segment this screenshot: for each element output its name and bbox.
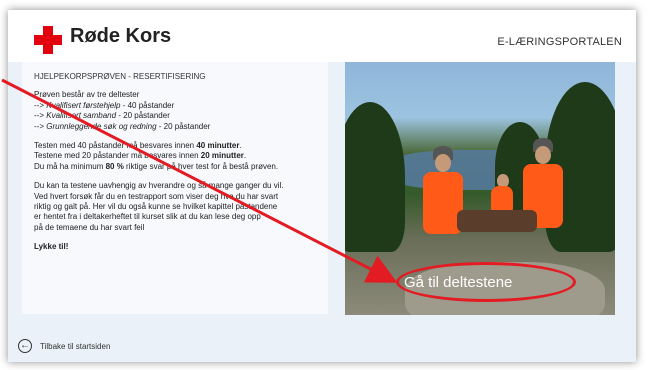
back-to-start-link[interactable]: Tilbake til startsiden <box>40 342 110 351</box>
annotation-arrow-icon <box>1 78 398 283</box>
back-arrow-icon[interactable]: ← <box>18 339 32 353</box>
